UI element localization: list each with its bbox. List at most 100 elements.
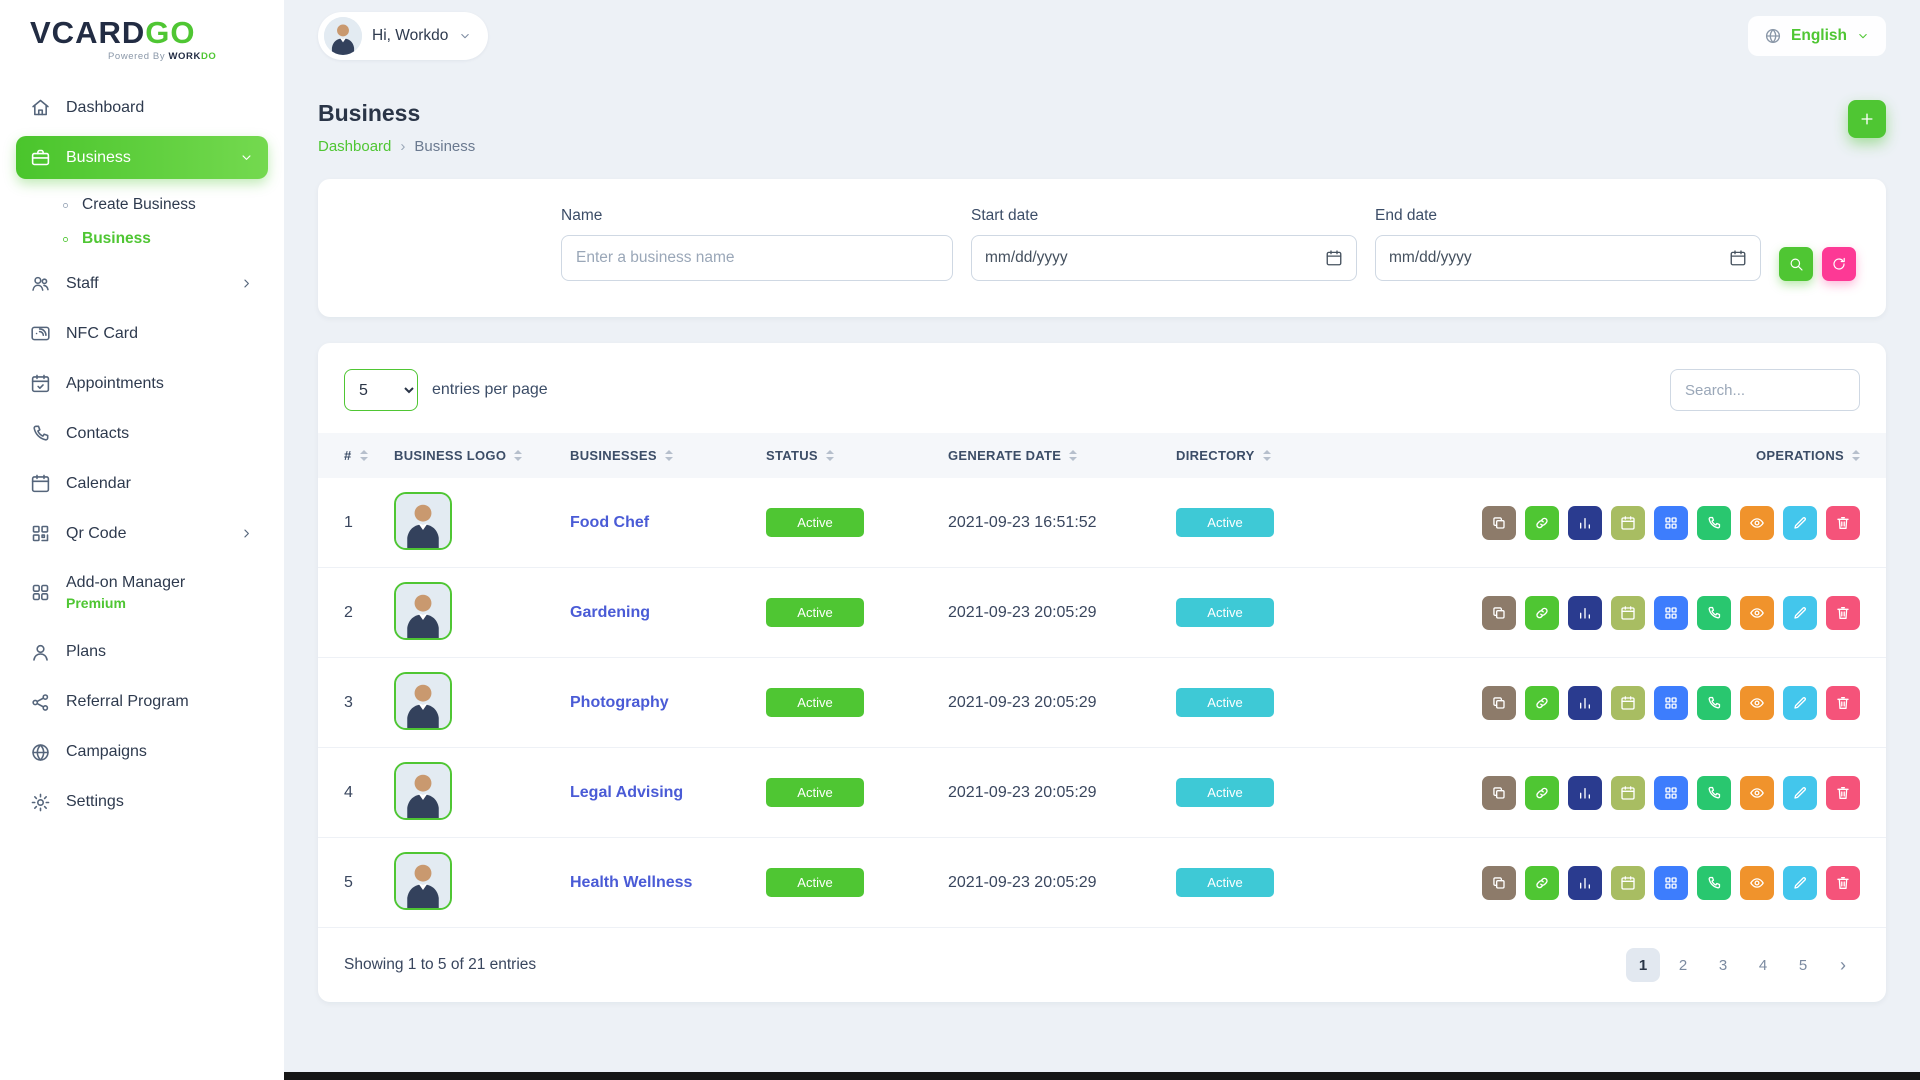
view-button[interactable]	[1740, 686, 1774, 720]
delete-button[interactable]	[1826, 866, 1860, 900]
sidebar-item-qr-code[interactable]: Qr Code	[16, 512, 268, 555]
view-button[interactable]	[1740, 506, 1774, 540]
add-business-button[interactable]	[1848, 100, 1886, 138]
phone-button[interactable]	[1697, 776, 1731, 810]
user-menu[interactable]: Hi, Workdo	[318, 12, 488, 60]
view-button[interactable]	[1740, 776, 1774, 810]
page-button-2[interactable]: 2	[1666, 948, 1700, 982]
main-content: Business Dashboard › Business Name Start…	[284, 0, 1920, 1002]
analytics-button[interactable]	[1568, 866, 1602, 900]
calendar-icon	[30, 473, 51, 494]
language-selector[interactable]: English	[1748, 16, 1886, 56]
sidebar-subitem-create-business[interactable]: Create Business	[52, 188, 268, 222]
analytics-button[interactable]	[1568, 686, 1602, 720]
delete-button[interactable]	[1826, 596, 1860, 630]
copy-button[interactable]	[1482, 866, 1516, 900]
copy-button[interactable]	[1482, 686, 1516, 720]
edit-button[interactable]	[1783, 596, 1817, 630]
calendar-button[interactable]	[1611, 686, 1645, 720]
entries-per-page-select[interactable]: 5	[344, 369, 418, 411]
breadcrumb-separator: ›	[400, 138, 405, 155]
delete-button[interactable]	[1826, 686, 1860, 720]
grid-button[interactable]	[1654, 866, 1688, 900]
calendar-button[interactable]	[1611, 776, 1645, 810]
sidebar-item-staff[interactable]: Staff	[16, 262, 268, 305]
grid-button[interactable]	[1654, 596, 1688, 630]
brand-logo[interactable]: VCARDGO Powered By WORKDO	[16, 0, 268, 78]
grid-icon	[1663, 785, 1679, 801]
analytics-button[interactable]	[1568, 506, 1602, 540]
business-name-link[interactable]: Food Chef	[570, 514, 649, 531]
sidebar-item-calendar[interactable]: Calendar	[16, 462, 268, 505]
grid-button[interactable]	[1654, 776, 1688, 810]
business-name-filter-input[interactable]	[561, 235, 953, 281]
edit-button[interactable]	[1783, 776, 1817, 810]
calendar-button[interactable]	[1611, 866, 1645, 900]
chart-icon	[1577, 515, 1593, 531]
column-header-businesses[interactable]: BUSINESSES	[558, 433, 754, 478]
phone-button[interactable]	[1697, 506, 1731, 540]
business-name-link[interactable]: Legal Advising	[570, 784, 683, 801]
sidebar-item-plans[interactable]: Plans	[16, 631, 268, 674]
page-button-3[interactable]: 3	[1706, 948, 1740, 982]
grid-button[interactable]	[1654, 686, 1688, 720]
column-header-operations[interactable]: OPERATIONS	[1526, 433, 1886, 478]
business-name-link[interactable]: Gardening	[570, 604, 650, 621]
copy-button[interactable]	[1482, 776, 1516, 810]
view-button[interactable]	[1740, 596, 1774, 630]
delete-button[interactable]	[1826, 776, 1860, 810]
link-button[interactable]	[1525, 596, 1559, 630]
end-date-input[interactable]: mm/dd/yyyy	[1375, 235, 1761, 281]
sidebar-subitem-business[interactable]: Business	[52, 222, 268, 256]
column-header-directory[interactable]: DIRECTORY	[1164, 433, 1526, 478]
edit-button[interactable]	[1783, 506, 1817, 540]
link-button[interactable]	[1525, 506, 1559, 540]
sidebar-item-campaigns[interactable]: Campaigns	[16, 731, 268, 774]
sidebar-item-referral-program[interactable]: Referral Program	[16, 681, 268, 724]
calendar-button[interactable]	[1611, 596, 1645, 630]
phone-button[interactable]	[1697, 596, 1731, 630]
grid-button[interactable]	[1654, 506, 1688, 540]
filter-reset-button[interactable]	[1822, 247, 1856, 281]
sidebar-item-dashboard[interactable]: Dashboard	[16, 86, 268, 129]
delete-button[interactable]	[1826, 506, 1860, 540]
edit-button[interactable]	[1783, 866, 1817, 900]
page-button-5[interactable]: 5	[1786, 948, 1820, 982]
column-header-business-logo[interactable]: BUSINESS LOGO	[382, 433, 558, 478]
column-header-status[interactable]: STATUS	[754, 433, 936, 478]
business-name-link[interactable]: Health Wellness	[570, 874, 692, 891]
sidebar-item-add-on-manager[interactable]: Add-on ManagerPremium	[16, 562, 268, 624]
breadcrumb-dashboard-link[interactable]: Dashboard	[318, 138, 391, 155]
column-header-[interactable]: #	[318, 433, 382, 478]
analytics-button[interactable]	[1568, 596, 1602, 630]
start-date-input[interactable]: mm/dd/yyyy	[971, 235, 1357, 281]
column-header-generate-date[interactable]: GENERATE DATE	[936, 433, 1164, 478]
sidebar-item-appointments[interactable]: Appointments	[16, 362, 268, 405]
table-search-input[interactable]	[1670, 369, 1860, 411]
filter-search-button[interactable]	[1779, 247, 1813, 281]
copy-button[interactable]	[1482, 506, 1516, 540]
link-button[interactable]	[1525, 866, 1559, 900]
sidebar-item-settings[interactable]: Settings	[16, 781, 268, 824]
link-button[interactable]	[1525, 686, 1559, 720]
calendar-button[interactable]	[1611, 506, 1645, 540]
page-button-1[interactable]: 1	[1626, 948, 1660, 982]
copy-button[interactable]	[1482, 596, 1516, 630]
trash-icon	[1835, 695, 1851, 711]
column-label: BUSINESS LOGO	[394, 448, 506, 463]
view-button[interactable]	[1740, 866, 1774, 900]
qr-icon	[30, 523, 51, 544]
analytics-button[interactable]	[1568, 776, 1602, 810]
sidebar-item-contacts[interactable]: Contacts	[16, 412, 268, 455]
link-icon	[1534, 695, 1550, 711]
sidebar-item-business[interactable]: Business	[16, 136, 268, 179]
phone-button[interactable]	[1697, 686, 1731, 720]
next-page-button[interactable]: ›	[1826, 948, 1860, 982]
phone-button[interactable]	[1697, 866, 1731, 900]
link-button[interactable]	[1525, 776, 1559, 810]
edit-button[interactable]	[1783, 686, 1817, 720]
page-button-4[interactable]: 4	[1746, 948, 1780, 982]
business-name-link[interactable]: Photography	[570, 694, 669, 711]
sidebar-item-nfc-card[interactable]: NFC Card	[16, 312, 268, 355]
link-icon	[1534, 605, 1550, 621]
